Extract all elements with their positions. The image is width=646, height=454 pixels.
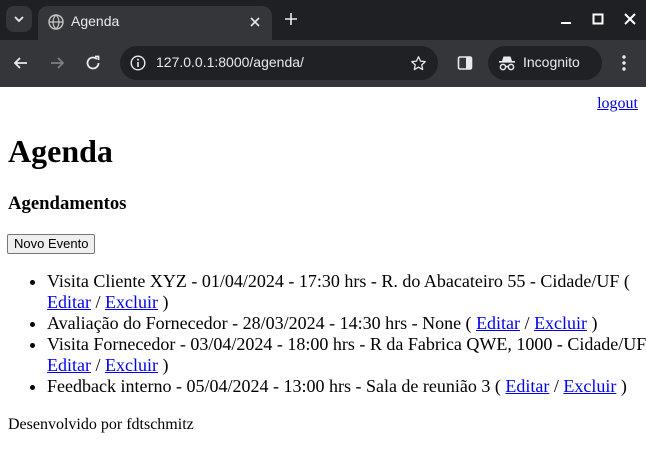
address-bar[interactable]: 127.0.0.1:8000/agenda/ xyxy=(120,46,438,80)
globe-icon xyxy=(48,14,64,30)
event-text: Feedback interno - 05/04/2024 - 13:00 hr… xyxy=(47,376,501,396)
side-panel-icon xyxy=(457,56,473,70)
maximize-button[interactable] xyxy=(588,9,608,29)
reload-button[interactable] xyxy=(81,51,105,75)
more-vertical-icon xyxy=(622,55,626,71)
maximize-icon xyxy=(592,13,604,25)
side-panel-button[interactable] xyxy=(454,52,476,74)
list-item: Visita Fornecedor - 03/04/2024 - 18:00 h… xyxy=(47,334,646,376)
tab-close-button[interactable] xyxy=(246,13,264,31)
incognito-icon xyxy=(499,56,515,71)
arrow-left-icon xyxy=(13,57,27,69)
url-text[interactable]: 127.0.0.1:8000/agenda/ xyxy=(156,54,304,70)
incognito-indicator[interactable]: Incognito xyxy=(488,46,602,80)
list-item: Visita Cliente XYZ - 01/04/2024 - 17:30 … xyxy=(47,271,646,313)
list-item: Feedback interno - 05/04/2024 - 13:00 hr… xyxy=(47,376,646,397)
tab-search-button[interactable] xyxy=(6,6,32,32)
event-text: Avaliação do Fornecedor - 28/03/2024 - 1… xyxy=(47,313,472,333)
edit-link[interactable]: Editar xyxy=(476,313,520,333)
info-icon xyxy=(130,55,146,71)
browser-tab[interactable]: Agenda xyxy=(38,6,272,40)
reload-icon xyxy=(86,55,100,70)
event-text: Visita Cliente XYZ - 01/04/2024 - 17:30 … xyxy=(47,271,630,291)
close-window-button[interactable] xyxy=(620,9,640,29)
delete-link[interactable]: Excluir xyxy=(563,376,616,396)
event-text: Visita Fornecedor - 03/04/2024 - 18:00 h… xyxy=(47,334,646,354)
minimize-button[interactable] xyxy=(556,9,576,29)
new-event-button[interactable]: Novo Evento xyxy=(7,234,96,254)
edit-link[interactable]: Editar xyxy=(505,376,549,396)
bookmark-button[interactable] xyxy=(408,53,428,73)
star-icon xyxy=(410,55,426,70)
footer-text: Desenvolvido por fdtschmitz xyxy=(8,416,194,433)
page-content: logout Agenda Agendamentos Novo Evento V… xyxy=(0,87,646,454)
close-icon xyxy=(624,13,636,25)
logout-link[interactable]: logout xyxy=(597,95,638,113)
arrow-right-icon xyxy=(51,57,65,69)
section-title: Agendamentos xyxy=(8,193,127,214)
edit-link[interactable]: Editar xyxy=(47,292,91,312)
forward-button[interactable] xyxy=(45,51,69,75)
delete-link[interactable]: Excluir xyxy=(534,313,587,333)
site-info-button[interactable] xyxy=(128,53,148,73)
back-button[interactable] xyxy=(9,51,33,75)
delete-link[interactable]: Excluir xyxy=(105,355,158,375)
list-item: Avaliação do Fornecedor - 28/03/2024 - 1… xyxy=(47,313,646,334)
chevron-down-icon xyxy=(14,16,24,23)
tab-title: Agenda xyxy=(71,13,120,29)
delete-link[interactable]: Excluir xyxy=(105,292,158,312)
events-list: Visita Cliente XYZ - 01/04/2024 - 17:30 … xyxy=(8,271,646,397)
tab-strip: Agenda xyxy=(0,0,646,40)
incognito-label: Incognito xyxy=(523,54,580,70)
page-title: Agenda xyxy=(8,133,113,169)
browser-toolbar: 127.0.0.1:8000/agenda/ Incognito xyxy=(0,40,646,87)
edit-link[interactable]: Editar xyxy=(47,355,91,375)
close-icon xyxy=(250,17,260,27)
browser-menu-button[interactable] xyxy=(614,52,634,74)
minimize-icon xyxy=(561,22,571,24)
new-tab-button[interactable] xyxy=(280,8,302,30)
plus-icon xyxy=(285,13,297,25)
